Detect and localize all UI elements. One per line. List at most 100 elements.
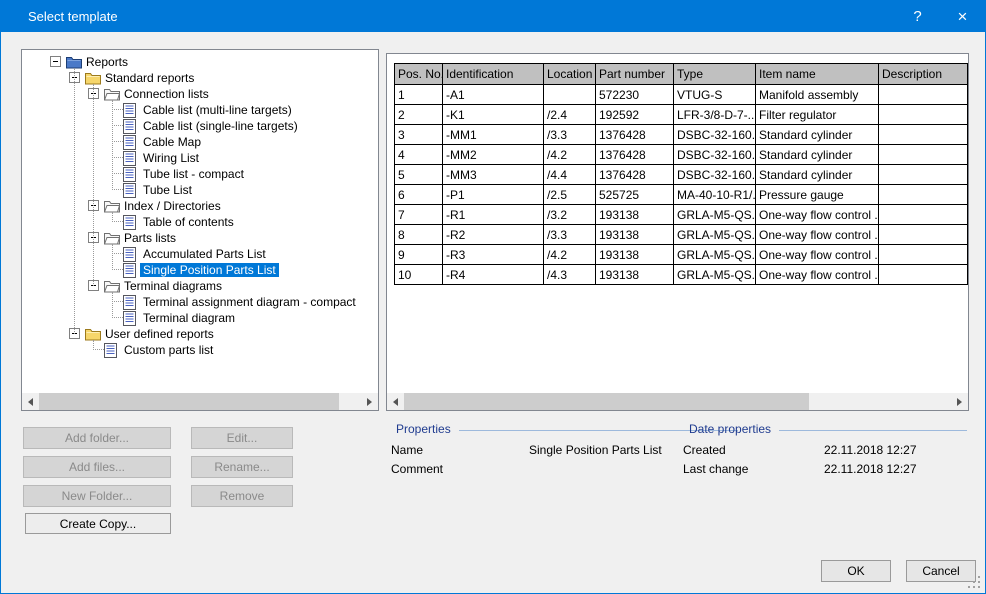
scroll-right-icon[interactable]	[951, 393, 968, 410]
table-row[interactable]: 6-P1/2.5525725MA-40-10-R1/...Pressure ga…	[395, 185, 968, 205]
tree-item-label[interactable]: Custom parts list	[121, 343, 216, 357]
table-cell	[879, 125, 968, 145]
column-header[interactable]: Item name	[756, 64, 879, 85]
tree-item-label[interactable]: Cable list (single-line targets)	[140, 119, 301, 133]
date-properties-header-rule	[779, 430, 967, 431]
collapse-expander-icon[interactable]	[50, 56, 61, 67]
table-cell: 1376428	[596, 165, 674, 185]
tree-item-label[interactable]: Wiring List	[140, 151, 202, 165]
table-row[interactable]: 4-MM2/4.21376428DSBC-32-160...Standard c…	[395, 145, 968, 165]
table-horizontal-scrollbar[interactable]	[387, 393, 968, 410]
ok-button[interactable]: OK	[821, 560, 891, 582]
tree-item-label[interactable]: Single Position Parts List	[140, 263, 279, 277]
tree-item[interactable]: Cable list (multi-line targets)	[22, 102, 378, 118]
column-header[interactable]: Type	[674, 64, 756, 85]
tree-item-label[interactable]: User defined reports	[102, 327, 217, 341]
tree-item-label[interactable]: Parts lists	[121, 231, 179, 245]
tree-item-label[interactable]: Table of contents	[140, 215, 237, 229]
table-row[interactable]: 8-R2/3.3193138GRLA-M5-QS...One-way flow …	[395, 225, 968, 245]
tree-horizontal-scrollbar[interactable]	[22, 393, 378, 410]
tree-scrollbar-thumb[interactable]	[39, 393, 339, 410]
table-row[interactable]: 1-A1572230VTUG-SManifold assembly	[395, 85, 968, 105]
column-header[interactable]: Identification	[443, 64, 544, 85]
tree-item[interactable]: Cable list (single-line targets)	[22, 118, 378, 134]
tree-folder-item[interactable]: Reports	[22, 54, 378, 70]
tree-item-label[interactable]: Connection lists	[121, 87, 212, 101]
column-header[interactable]: Location	[544, 64, 596, 85]
last-change-value: 22.11.2018 12:27	[824, 462, 917, 476]
document-icon	[123, 119, 139, 133]
table-cell: /3.3	[544, 125, 596, 145]
tree-folder-item[interactable]: Terminal diagrams	[22, 278, 378, 294]
tree-item-label[interactable]: Cable list (multi-line targets)	[140, 103, 295, 117]
cancel-button[interactable]: Cancel	[906, 560, 976, 582]
folder-gray-folder-icon	[104, 87, 120, 101]
add-folder-button: Add folder...	[23, 427, 171, 449]
tree-connector-line	[112, 292, 113, 318]
table-cell: 1376428	[596, 145, 674, 165]
tree-item[interactable]: Tube list - compact	[22, 166, 378, 182]
tree-item-label[interactable]: Tube list - compact	[140, 167, 247, 181]
tree-item-label[interactable]: Reports	[83, 55, 131, 69]
table-cell: GRLA-M5-QS...	[674, 265, 756, 285]
table-cell: MA-40-10-R1/...	[674, 185, 756, 205]
tree-item[interactable]: Terminal diagram	[22, 310, 378, 326]
tree-item[interactable]: Custom parts list	[22, 342, 378, 358]
document-icon	[123, 135, 139, 149]
tree-item[interactable]: Terminal assignment diagram - compact	[22, 294, 378, 310]
document-icon	[123, 295, 139, 309]
tree-connector-stub	[112, 141, 123, 142]
help-icon[interactable]: ?	[895, 1, 940, 32]
scroll-left-icon[interactable]	[387, 393, 404, 410]
parts-table-panel: Pos. No.IdentificationLocationPart numbe…	[386, 53, 969, 411]
tree-connector-stub	[112, 173, 123, 174]
tree-item[interactable]: Wiring List	[22, 150, 378, 166]
tree-folder-item[interactable]: User defined reports	[22, 326, 378, 342]
table-cell: 193138	[596, 225, 674, 245]
tree-folder-item[interactable]: Index / Directories	[22, 198, 378, 214]
table-row[interactable]: 3-MM1/3.31376428DSBC-32-160...Standard c…	[395, 125, 968, 145]
document-icon	[123, 247, 139, 261]
tree-item-label[interactable]: Standard reports	[102, 71, 197, 85]
tree-item[interactable]: Single Position Parts List	[22, 262, 378, 278]
table-row[interactable]: 10-R4/4.3193138GRLA-M5-QS...One-way flow…	[395, 265, 968, 285]
table-row[interactable]: 9-R3/4.2193138GRLA-M5-QS...One-way flow …	[395, 245, 968, 265]
tree-item[interactable]: Accumulated Parts List	[22, 246, 378, 262]
tree-item-label[interactable]: Terminal diagram	[140, 311, 238, 325]
table-row[interactable]: 2-K1/2.4192592LFR-3/8-D-7-...Filter regu…	[395, 105, 968, 125]
scroll-right-icon[interactable]	[361, 393, 378, 410]
tree-item[interactable]: Tube List	[22, 182, 378, 198]
tree-folder-item[interactable]: Standard reports	[22, 70, 378, 86]
table-cell: -R2	[443, 225, 544, 245]
tree-item-label[interactable]: Accumulated Parts List	[140, 247, 269, 261]
tree-connector-stub	[112, 269, 123, 270]
table-cell: /4.2	[544, 245, 596, 265]
folder-yellow-folder-icon	[85, 71, 101, 85]
resize-grip-icon[interactable]	[968, 576, 980, 588]
table-cell: 3	[395, 125, 443, 145]
table-cell: /3.3	[544, 225, 596, 245]
column-header[interactable]: Pos. No.	[395, 64, 443, 85]
parts-table: Pos. No.IdentificationLocationPart numbe…	[394, 63, 968, 285]
create-copy-button[interactable]: Create Copy...	[25, 513, 171, 534]
add-files-button: Add files...	[23, 456, 171, 478]
column-header[interactable]: Part number	[596, 64, 674, 85]
table-cell: 192592	[596, 105, 674, 125]
close-icon[interactable]: ×	[940, 1, 985, 32]
tree-item[interactable]: Cable Map	[22, 134, 378, 150]
tree-item-label[interactable]: Cable Map	[140, 135, 204, 149]
tree-item-label[interactable]: Terminal diagrams	[121, 279, 225, 293]
tree-item-label[interactable]: Index / Directories	[121, 199, 224, 213]
folder-blue-folder-icon	[66, 55, 82, 69]
table-cell	[879, 225, 968, 245]
scroll-left-icon[interactable]	[22, 393, 39, 410]
table-scrollbar-thumb[interactable]	[404, 393, 809, 410]
tree-item[interactable]: Table of contents	[22, 214, 378, 230]
tree-item-label[interactable]: Tube List	[140, 183, 195, 197]
tree-folder-item[interactable]: Parts lists	[22, 230, 378, 246]
tree-item-label[interactable]: Terminal assignment diagram - compact	[140, 295, 359, 309]
table-row[interactable]: 7-R1/3.2193138GRLA-M5-QS...One-way flow …	[395, 205, 968, 225]
tree-folder-item[interactable]: Connection lists	[22, 86, 378, 102]
column-header[interactable]: Description	[879, 64, 968, 85]
table-row[interactable]: 5-MM3/4.41376428DSBC-32-160...Standard c…	[395, 165, 968, 185]
